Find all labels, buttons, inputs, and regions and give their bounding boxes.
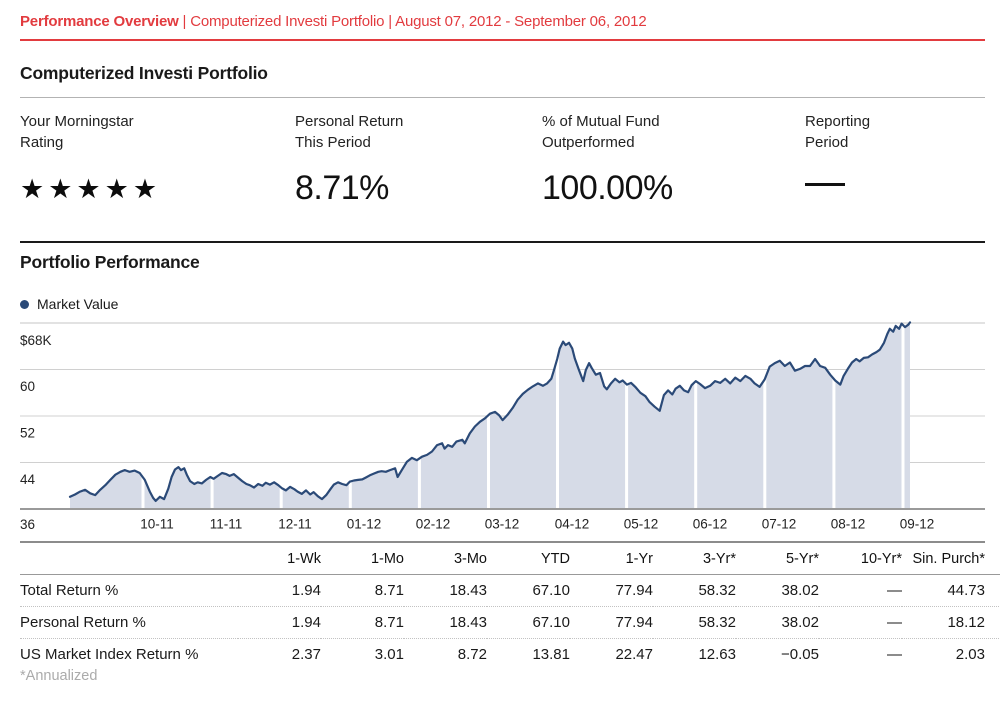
stat-reporting-period: Reporting Period xyxy=(805,111,985,210)
stat-label-line2: Outperformed xyxy=(542,132,805,153)
row-label: US Market Index Return % xyxy=(20,639,238,671)
column-header: 3-Mo xyxy=(404,543,487,575)
cell-value: 67.10 xyxy=(487,607,570,639)
cell-value: — xyxy=(819,607,902,639)
column-header: 1-Wk xyxy=(238,543,321,575)
y-tick-label: 60 xyxy=(20,379,35,394)
market-value-dot-icon xyxy=(20,300,29,309)
x-tick-label: 01-12 xyxy=(347,517,382,532)
row-label: Total Return % xyxy=(20,575,238,607)
column-header: 3-Yr* xyxy=(653,543,736,575)
cell-value: 3.01 xyxy=(321,639,404,671)
report-view-label: Performance Overview xyxy=(20,13,179,30)
row-label: Personal Return % xyxy=(20,607,238,639)
cell-value: 13.81 xyxy=(487,639,570,671)
cell-value: 8.72 xyxy=(404,639,487,671)
stat-mutual-fund-outperformed: % of Mutual Fund Outperformed 100.00% xyxy=(542,111,805,210)
header-separator-1: | xyxy=(179,13,191,30)
cell-value: 12.63 xyxy=(653,639,736,671)
cell-value: 58.32 xyxy=(653,575,736,607)
trailing-returns-table: 1-Wk 1-Mo 3-Mo YTD 1-Yr 3-Yr* 5-Yr* 10-Y… xyxy=(20,541,985,670)
stat-personal-return: Personal Return This Period 8.71% xyxy=(295,111,542,210)
column-header: 5-Yr* xyxy=(736,543,819,575)
report-portfolio-name: Computerized Investi Portfolio xyxy=(190,13,384,30)
x-tick-label: 06-12 xyxy=(693,517,728,532)
x-tick-label: 10-11 xyxy=(140,517,174,532)
portfolio-section-title: Computerized Investi Portfolio xyxy=(20,63,985,98)
cell-value: 18.43 xyxy=(404,575,487,607)
empty-value-dash xyxy=(805,183,845,186)
cell-value: −0.05 xyxy=(736,639,819,671)
x-tick-label: 09-12 xyxy=(900,517,935,532)
column-header: Sin. Purch* xyxy=(902,543,1000,575)
x-tick-label: 02-12 xyxy=(416,517,451,532)
table-row-total-return: Total Return % 1.94 8.71 18.43 67.10 77.… xyxy=(20,575,1000,607)
summary-stats-row: Your Morningstar Rating ★★★★★ Personal R… xyxy=(20,111,985,210)
cell-value: 8.71 xyxy=(321,607,404,639)
chart-legend: Market Value xyxy=(20,296,118,312)
y-tick-label: 44 xyxy=(20,472,36,487)
stat-value: 8.71% xyxy=(295,166,542,210)
x-tick-label: 03-12 xyxy=(485,517,520,532)
header-separator-2: | xyxy=(384,13,395,30)
cell-value: — xyxy=(819,639,902,671)
cell-value: 1.94 xyxy=(238,575,321,607)
stat-label-line2: Rating xyxy=(20,132,295,153)
annualized-footnote: *Annualized xyxy=(20,668,97,684)
x-tick-label: 05-12 xyxy=(624,517,659,532)
table-header-row: 1-Wk 1-Mo 3-Mo YTD 1-Yr 3-Yr* 5-Yr* 10-Y… xyxy=(20,543,1000,575)
cell-value: 77.94 xyxy=(570,607,653,639)
y-tick-label: 36 xyxy=(20,517,35,532)
stat-label-line1: Reporting xyxy=(805,111,985,132)
column-header: 1-Mo xyxy=(321,543,404,575)
performance-section-title: Portfolio Performance xyxy=(20,241,985,273)
stat-morningstar-rating: Your Morningstar Rating ★★★★★ xyxy=(20,111,295,210)
table-corner-cell xyxy=(20,543,238,575)
cell-value: 67.10 xyxy=(487,575,570,607)
cell-value: — xyxy=(819,575,902,607)
column-header: 10-Yr* xyxy=(819,543,902,575)
stat-label-line1: Personal Return xyxy=(295,111,542,132)
star-rating-icon: ★★★★★ xyxy=(20,169,295,209)
cell-value: 58.32 xyxy=(653,607,736,639)
cell-value: 77.94 xyxy=(570,575,653,607)
x-tick-label: 11-11 xyxy=(210,517,243,532)
x-tick-label: 12-11 xyxy=(278,517,312,532)
x-tick-label: 08-12 xyxy=(831,517,866,532)
cell-value: 1.94 xyxy=(238,607,321,639)
cell-value: 38.02 xyxy=(736,575,819,607)
y-tick-label: 52 xyxy=(20,426,35,441)
cell-value: 38.02 xyxy=(736,607,819,639)
cell-value: 2.03 xyxy=(902,639,1000,671)
stat-label-line1: % of Mutual Fund xyxy=(542,111,805,132)
table-row-us-market-index: US Market Index Return % 2.37 3.01 8.72 … xyxy=(20,639,1000,671)
stat-label-line2: Period xyxy=(805,132,985,153)
report-date-range: August 07, 2012 - September 06, 2012 xyxy=(395,13,646,30)
y-tick-label: $68K xyxy=(20,333,52,348)
column-header: YTD xyxy=(487,543,570,575)
market-value-area-chart: $68K 60 52 44 36 10-11 11-11 12-11 01-12… xyxy=(0,315,1000,540)
table-row-personal-return: Personal Return % 1.94 8.71 18.43 67.10 … xyxy=(20,607,1000,639)
cell-value: 22.47 xyxy=(570,639,653,671)
x-tick-label: 07-12 xyxy=(762,517,797,532)
cell-value: 8.71 xyxy=(321,575,404,607)
legend-label: Market Value xyxy=(37,296,118,312)
cell-value: 2.37 xyxy=(238,639,321,671)
cell-value: 18.43 xyxy=(404,607,487,639)
stat-label-line2: This Period xyxy=(295,132,542,153)
stat-value: 100.00% xyxy=(542,166,805,210)
report-header: Performance Overview | Computerized Inve… xyxy=(20,13,985,41)
cell-value: 18.12 xyxy=(902,607,1000,639)
cell-value: 44.73 xyxy=(902,575,1000,607)
column-header: 1-Yr xyxy=(570,543,653,575)
stat-label-line1: Your Morningstar xyxy=(20,111,295,132)
x-tick-label: 04-12 xyxy=(555,517,590,532)
